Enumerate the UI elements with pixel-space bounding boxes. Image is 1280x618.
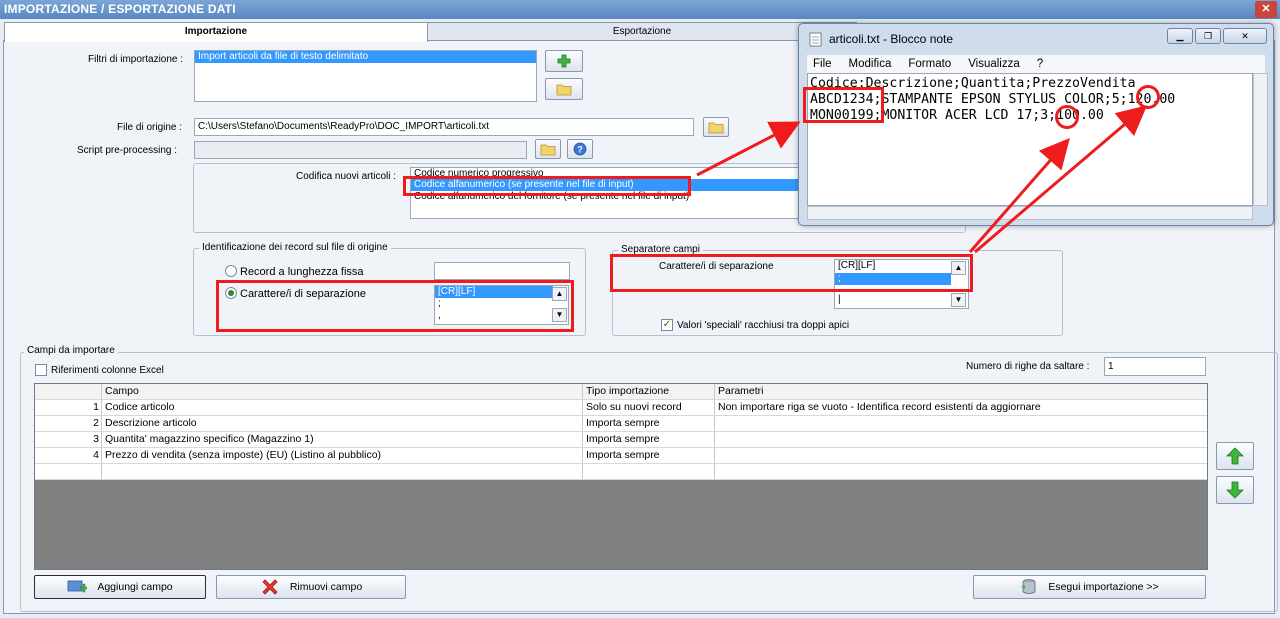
tab-importazione[interactable]: Importazione (4, 22, 428, 42)
annotation-arrow (974, 105, 1148, 254)
annotation-arrow (696, 121, 801, 177)
annotation-arrow (968, 137, 1070, 253)
annotation-arrows (696, 105, 1148, 254)
